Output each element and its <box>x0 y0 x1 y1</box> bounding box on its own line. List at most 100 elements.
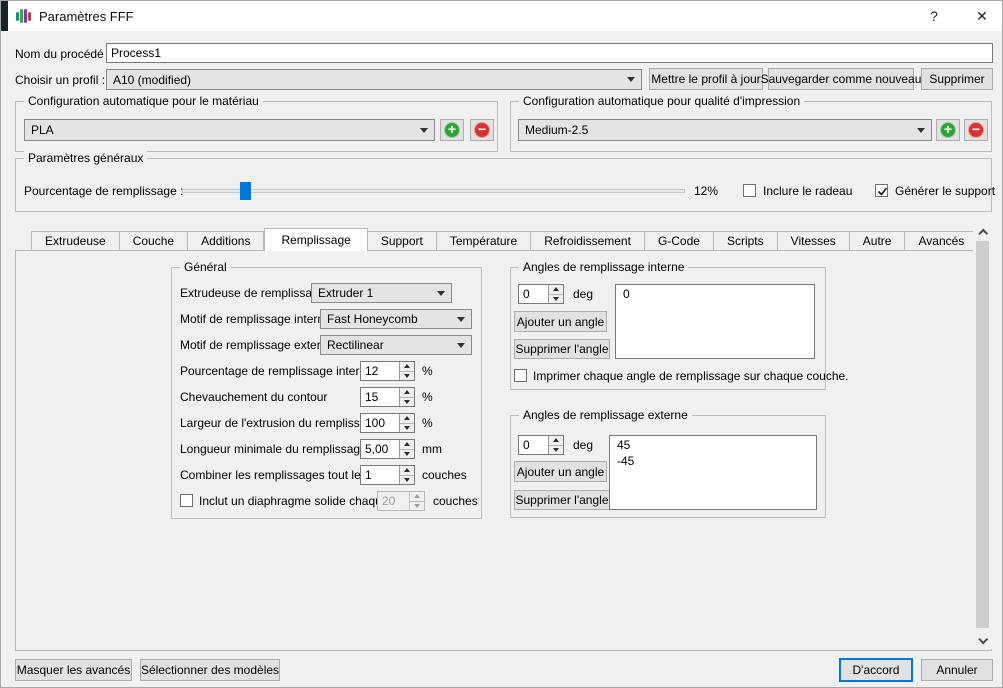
tab-scripts[interactable]: Scripts <box>713 231 778 251</box>
print-every-angle-checkbox[interactable] <box>514 369 527 382</box>
extrusion-width-spinner[interactable]: 100 <box>360 413 415 433</box>
print-every-angle-label[interactable]: Imprimer chaque angle de remplissage sur… <box>533 366 849 386</box>
app-icon <box>16 9 31 23</box>
tab-temperature[interactable]: Température <box>436 231 532 251</box>
cancel-button[interactable]: Annuler <box>921 659 993 681</box>
settings-tabbar: Extrudeuse Couche Additions Remplissage … <box>31 228 979 251</box>
infill-percentage-label: Pourcentage de remplissage : <box>24 184 184 198</box>
save-as-new-button[interactable]: Sauvegarder comme nouveau <box>761 68 921 90</box>
chevron-down-icon <box>437 290 445 296</box>
select-models-button[interactable]: Sélectionner des modèles <box>140 659 280 681</box>
profile-select[interactable]: A10 (modified) <box>106 69 642 90</box>
tab-vitesses[interactable]: Vitesses <box>777 231 850 251</box>
hide-advanced-button[interactable]: Masquer les avancés <box>15 659 132 681</box>
internal-percent-spinner[interactable]: 12 <box>360 361 415 381</box>
update-profile-button[interactable]: Mettre le profil à jour <box>649 68 763 90</box>
list-item[interactable]: 45 <box>610 437 816 453</box>
spin-down-icon[interactable] <box>400 423 414 432</box>
spin-down-icon[interactable] <box>549 294 563 303</box>
chevron-down-icon <box>420 127 428 133</box>
spin-down-icon <box>410 501 424 510</box>
spin-up-icon[interactable] <box>400 466 414 476</box>
infill-extruder-label: Extrudeuse de remplissage <box>180 286 326 300</box>
diaphragm-checkbox[interactable] <box>180 494 193 507</box>
tab-gcode[interactable]: G-Code <box>644 231 714 251</box>
infill-tab-pane: Général Extrudeuse de remplissage Extrud… <box>15 250 992 651</box>
generate-support-checkbox[interactable] <box>875 184 888 197</box>
infill-extruder-select[interactable]: Extruder 1 <box>311 283 452 303</box>
help-icon[interactable]: ? <box>916 1 952 31</box>
spin-up-icon[interactable] <box>400 388 414 398</box>
tab-refroidissement[interactable]: Refroidissement <box>531 231 645 251</box>
internal-angle-unit: deg <box>573 287 594 301</box>
external-add-angle-button[interactable]: Ajouter un angle <box>514 461 607 482</box>
add-material-button[interactable]: + <box>440 119 464 141</box>
spin-down-icon[interactable] <box>549 445 563 454</box>
list-item[interactable]: 0 <box>616 286 814 302</box>
external-angle-unit: deg <box>573 438 594 452</box>
spin-up-icon[interactable] <box>549 436 563 446</box>
spin-down-icon[interactable] <box>400 475 414 484</box>
internal-remove-angle-button[interactable]: Supprimer l'angle <box>514 339 610 359</box>
external-pattern-value: Rectilinear <box>327 338 384 352</box>
extrusion-width-label: Largeur de l'extrusion du remplissage <box>180 416 380 430</box>
tab-couche[interactable]: Couche <box>119 231 189 251</box>
ok-button[interactable]: D'accord <box>839 658 913 682</box>
internal-angles-list[interactable]: 0 <box>615 284 815 359</box>
quality-select[interactable]: Medium-2.5 <box>518 119 932 141</box>
diaphragm-label[interactable]: Inclut un diaphragme solide chaque <box>199 491 388 511</box>
outline-overlap-value: 15 <box>365 390 379 404</box>
scroll-down-icon[interactable] <box>973 633 992 649</box>
chevron-down-icon <box>627 77 635 82</box>
scrollbar-thumb[interactable] <box>976 241 989 628</box>
include-raft-checkbox[interactable] <box>743 184 756 197</box>
include-raft-label[interactable]: Inclure le radeau <box>763 181 852 201</box>
internal-percent-label: Pourcentage de remplissage interne <box>180 364 373 378</box>
spin-down-icon[interactable] <box>400 449 414 458</box>
scroll-up-icon[interactable] <box>973 223 992 239</box>
tab-avances[interactable]: Avancés <box>905 231 979 251</box>
external-angle-spinner[interactable]: 0 <box>518 435 564 455</box>
tab-autre[interactable]: Autre <box>849 231 906 251</box>
spin-down-icon[interactable] <box>400 371 414 380</box>
plus-icon: + <box>444 122 460 138</box>
general-settings-title: Paramètres généraux <box>24 151 148 166</box>
vertical-scrollbar[interactable] <box>973 223 992 649</box>
internal-percent-unit: % <box>422 364 433 378</box>
min-length-spinner[interactable]: 5,00 <box>360 439 415 459</box>
infill-slider-handle[interactable] <box>240 182 251 200</box>
checkmark-icon <box>877 187 888 196</box>
internal-angle-spinner[interactable]: 0 <box>518 284 564 304</box>
combine-every-spinner[interactable]: 1 <box>360 465 415 485</box>
internal-add-angle-button[interactable]: Ajouter un angle <box>514 311 607 332</box>
external-pattern-select[interactable]: Rectilinear <box>320 335 472 355</box>
infill-slider-track[interactable] <box>182 189 685 193</box>
close-icon[interactable]: ✕ <box>961 1 1002 31</box>
spin-up-icon[interactable] <box>400 414 414 424</box>
external-remove-angle-button[interactable]: Supprimer l'angle <box>514 490 610 510</box>
material-select[interactable]: PLA <box>24 119 435 141</box>
add-quality-button[interactable]: + <box>936 119 960 141</box>
spin-down-icon[interactable] <box>400 397 414 406</box>
spin-up-icon[interactable] <box>400 440 414 450</box>
remove-material-button[interactable]: − <box>470 119 494 141</box>
outline-overlap-spinner[interactable]: 15 <box>360 387 415 407</box>
delete-profile-button[interactable]: Supprimer <box>921 68 993 90</box>
process-name-input[interactable] <box>106 43 993 63</box>
internal-angles-title: Angles de remplissage interne <box>519 260 689 275</box>
title-bar[interactable]: Paramètres FFF ? ✕ <box>1 1 1002 31</box>
tab-additions[interactable]: Additions <box>188 231 265 251</box>
tab-remplissage[interactable]: Remplissage <box>264 228 368 251</box>
infill-extruder-value: Extruder 1 <box>318 286 374 300</box>
diaphragm-spinner: 20 <box>377 491 425 511</box>
tab-support[interactable]: Support <box>367 231 437 251</box>
spin-up-icon[interactable] <box>549 285 563 295</box>
generate-support-label[interactable]: Générer le support <box>895 181 995 201</box>
internal-pattern-select[interactable]: Fast Honeycomb <box>320 309 472 329</box>
list-item[interactable]: -45 <box>610 453 816 469</box>
spin-up-icon[interactable] <box>400 362 414 372</box>
external-angles-list[interactable]: 45 -45 <box>609 435 817 510</box>
remove-quality-button[interactable]: − <box>964 119 988 141</box>
fff-settings-dialog: Paramètres FFF ? ✕ Nom du procédé : Choi… <box>0 0 1003 688</box>
tab-extrudeuse[interactable]: Extrudeuse <box>31 231 120 251</box>
